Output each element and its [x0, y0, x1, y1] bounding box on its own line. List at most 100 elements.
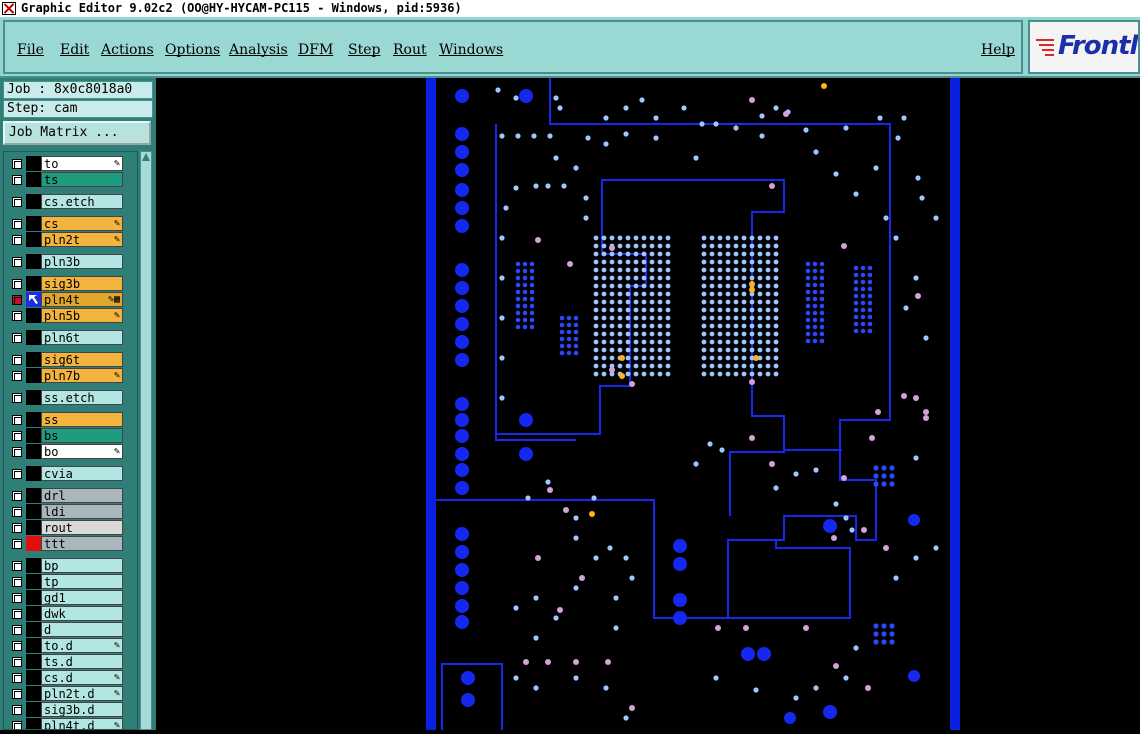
menu-analysis[interactable]: Analysis [229, 42, 288, 58]
layer-row-to[interactable]: to ✎ [4, 156, 137, 171]
layer-name[interactable]: pln6t [41, 330, 123, 345]
layer-row-pln2t[interactable]: pln2t ✎ [4, 232, 137, 247]
layer-row-ts-d[interactable]: ts.d [4, 654, 137, 669]
layer-row-tp[interactable]: tp [4, 574, 137, 589]
layer-color-swatch[interactable] [26, 412, 41, 427]
layer-color-swatch[interactable] [26, 504, 41, 519]
layer-checkbox[interactable] [12, 561, 22, 571]
layer-checkbox[interactable] [12, 689, 22, 699]
layer-checkbox[interactable] [12, 295, 22, 305]
layer-color-swatch[interactable] [26, 536, 41, 551]
layer-row-pln6t[interactable]: pln6t [4, 330, 137, 345]
layer-row-cs-etch[interactable]: cs.etch [4, 194, 137, 209]
layer-checkbox[interactable] [12, 355, 22, 365]
layer-color-swatch[interactable] [26, 194, 41, 209]
scroll-up-arrow-icon[interactable] [142, 153, 150, 161]
layer-color-swatch[interactable] [26, 574, 41, 589]
layer-row-pln5b[interactable]: pln5b ✎ [4, 308, 137, 323]
layer-row-sig3b-d[interactable]: sig3b.d [4, 702, 137, 717]
layer-name[interactable]: d [41, 622, 123, 637]
work-layer-cursor-icon[interactable] [26, 292, 41, 307]
layer-checkbox[interactable] [12, 539, 22, 549]
layer-row-ss-etch[interactable]: ss.etch [4, 390, 137, 405]
layer-row-pln4t-d[interactable]: pln4t.d ✎ [4, 718, 137, 729]
layer-checkbox[interactable] [12, 311, 22, 321]
layer-row-d[interactable]: d [4, 622, 137, 637]
layer-checkbox[interactable] [12, 609, 22, 619]
layer-name[interactable]: bp [41, 558, 123, 573]
layer-name[interactable]: pln2t.d ✎ [41, 686, 123, 701]
layer-color-swatch[interactable] [26, 330, 41, 345]
menu-help[interactable]: Help [981, 42, 1015, 58]
layer-name[interactable]: ss.etch [41, 390, 123, 405]
layer-color-swatch[interactable] [26, 276, 41, 291]
layer-row-sig6t[interactable]: sig6t [4, 352, 137, 367]
layer-checkbox[interactable] [12, 523, 22, 533]
layer-row-pln7b[interactable]: pln7b ✎ [4, 368, 137, 383]
layer-checkbox[interactable] [12, 279, 22, 289]
layer-name[interactable]: pln4t.d ✎ [41, 718, 123, 729]
layer-row-dwk[interactable]: dwk [4, 606, 137, 621]
layer-row-pln2t-d[interactable]: pln2t.d ✎ [4, 686, 137, 701]
layer-name[interactable]: rout [41, 520, 123, 535]
layer-name[interactable]: pln5b ✎ [41, 308, 123, 323]
layer-name[interactable]: bo ✎ [41, 444, 123, 459]
layer-checkbox[interactable] [12, 175, 22, 185]
layer-color-swatch[interactable] [26, 654, 41, 669]
layer-color-swatch[interactable] [26, 232, 41, 247]
layer-name[interactable]: ts [41, 172, 123, 187]
layer-row-ldi[interactable]: ldi [4, 504, 137, 519]
layer-checkbox[interactable] [12, 257, 22, 267]
layer-name[interactable]: tp [41, 574, 123, 589]
layer-checkbox[interactable] [12, 469, 22, 479]
layer-row-sig3b[interactable]: sig3b [4, 276, 137, 291]
layer-list-scrollbar[interactable] [140, 151, 152, 730]
layer-checkbox[interactable] [12, 721, 22, 729]
app-close-icon[interactable] [2, 2, 16, 15]
layer-name[interactable]: cs.etch [41, 194, 123, 209]
layer-color-swatch[interactable] [26, 428, 41, 443]
layer-name[interactable]: gd1 [41, 590, 123, 605]
layer-name[interactable]: sig3b [41, 276, 123, 291]
layer-name[interactable]: cs.d ✎ [41, 670, 123, 685]
layer-row-cs[interactable]: cs ✎ [4, 216, 137, 231]
menu-dfm[interactable]: DFM [298, 42, 333, 58]
layer-checkbox[interactable] [12, 333, 22, 343]
layer-color-swatch[interactable] [26, 558, 41, 573]
layer-checkbox[interactable] [12, 625, 22, 635]
layer-checkbox[interactable] [12, 159, 22, 169]
layer-row-rout[interactable]: rout [4, 520, 137, 535]
layer-row-pln4t[interactable]: pln4t ✎▦ [4, 292, 137, 307]
layer-color-swatch[interactable] [26, 444, 41, 459]
layer-color-swatch[interactable] [26, 308, 41, 323]
layer-name[interactable]: ttt [41, 536, 123, 551]
layer-row-ss[interactable]: ss [4, 412, 137, 427]
layer-row-pln3b[interactable]: pln3b [4, 254, 137, 269]
layer-checkbox[interactable] [12, 673, 22, 683]
layer-row-cs-d[interactable]: cs.d ✎ [4, 670, 137, 685]
layer-name[interactable]: pln7b ✎ [41, 368, 123, 383]
layer-color-swatch[interactable] [26, 156, 41, 171]
layer-checkbox[interactable] [12, 415, 22, 425]
layer-name[interactable]: dwk [41, 606, 123, 621]
menu-file[interactable]: File [17, 42, 44, 58]
menu-edit[interactable]: Edit [60, 42, 89, 58]
layer-name[interactable]: pln2t ✎ [41, 232, 123, 247]
layer-color-swatch[interactable] [26, 216, 41, 231]
layer-color-swatch[interactable] [26, 638, 41, 653]
menu-step[interactable]: Step [348, 42, 380, 58]
layer-row-drl[interactable]: drl [4, 488, 137, 503]
graphics-canvas[interactable] [156, 78, 1140, 734]
layer-checkbox[interactable] [12, 491, 22, 501]
layer-checkbox[interactable] [12, 219, 22, 229]
layer-color-swatch[interactable] [26, 718, 41, 729]
layer-checkbox[interactable] [12, 705, 22, 715]
layer-color-swatch[interactable] [26, 606, 41, 621]
layer-checkbox[interactable] [12, 447, 22, 457]
menu-rout[interactable]: Rout [393, 42, 427, 58]
layer-name[interactable]: to.d ✎ [41, 638, 123, 653]
layer-row-bs[interactable]: bs [4, 428, 137, 443]
layer-name[interactable]: sig3b.d [41, 702, 123, 717]
layer-color-swatch[interactable] [26, 520, 41, 535]
layer-checkbox[interactable] [12, 657, 22, 667]
